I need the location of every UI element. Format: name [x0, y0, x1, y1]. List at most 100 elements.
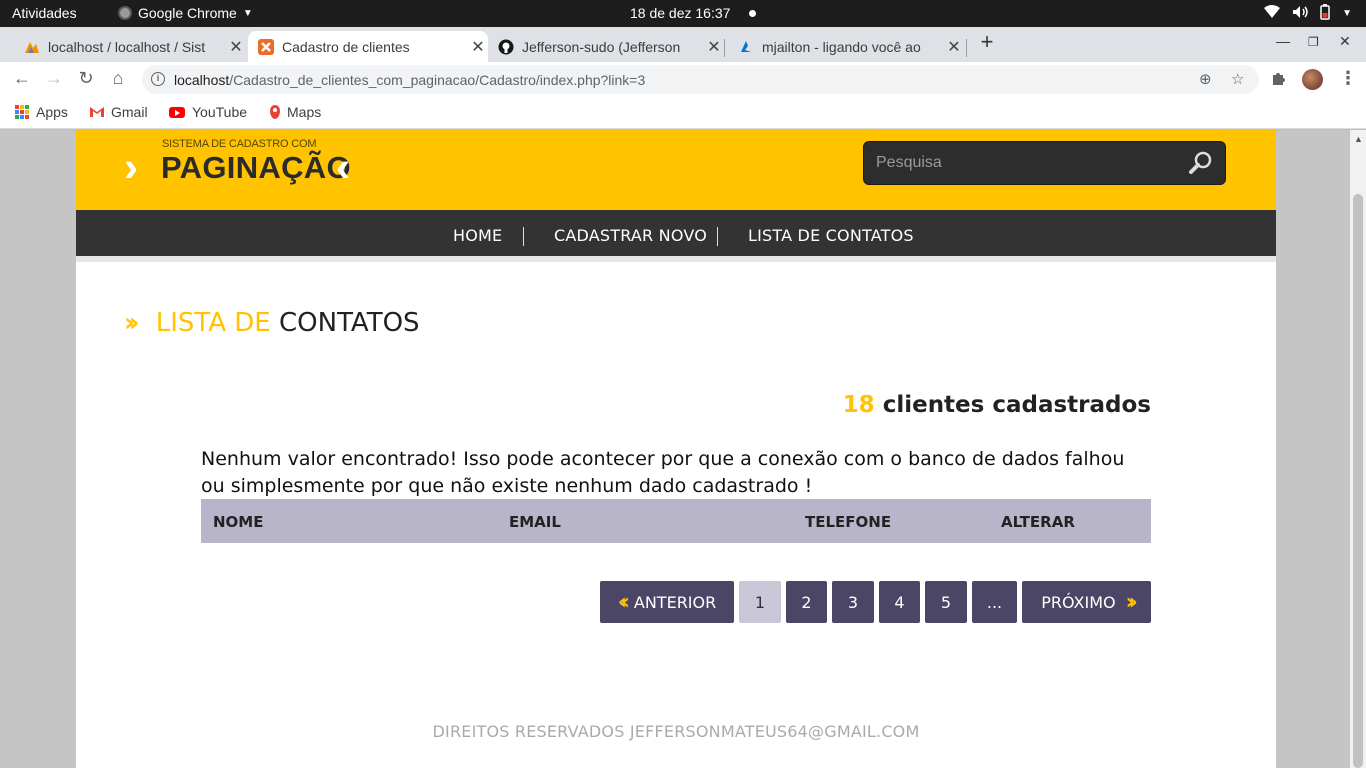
- app-name: Google Chrome: [138, 5, 237, 21]
- browser-toolbar: ← → ↻ ⌂ i localhost/Cadastro_de_clientes…: [0, 62, 1366, 96]
- xampp-favicon-icon: [258, 38, 274, 55]
- os-top-bar: Atividades Google Chrome ▼ 18 de dez 16:…: [0, 0, 1366, 27]
- tab-separator: [966, 39, 967, 57]
- chrome-icon: [118, 6, 132, 20]
- search-input[interactable]: [876, 152, 1176, 174]
- pagination-page-1[interactable]: 1: [739, 581, 781, 623]
- home-icon[interactable]: ⌂: [107, 68, 129, 89]
- page-title-part1: LISTA DE: [155, 308, 271, 338]
- client-count-number: 18: [842, 392, 875, 418]
- clock[interactable]: 18 de dez 16:37: [630, 5, 730, 21]
- scrollbar-thumb[interactable]: [1353, 194, 1363, 768]
- column-header-nome: NOME: [213, 513, 264, 531]
- tab-cadastro[interactable]: Cadastro de clientes ✕: [248, 31, 488, 62]
- tab-phpmyadmin[interactable]: localhost / localhost / Sist ✕: [14, 31, 246, 62]
- caret-down-icon: ▼: [242, 7, 253, 19]
- column-header-email: EMAIL: [509, 513, 561, 531]
- bookmark-youtube[interactable]: YouTube: [169, 104, 247, 120]
- back-arrow-icon[interactable]: ←: [11, 68, 33, 89]
- bookmark-label: YouTube: [192, 104, 248, 120]
- pagination-page-2[interactable]: 2: [786, 581, 827, 623]
- restore-icon[interactable]: ❐: [1308, 35, 1319, 49]
- reload-icon[interactable]: ↻: [75, 68, 97, 89]
- pagination-next-button[interactable]: PRÓXIMO ››: [1022, 581, 1151, 623]
- window-close-icon[interactable]: ✕: [1339, 33, 1351, 50]
- nav-home[interactable]: HOME: [453, 226, 502, 245]
- close-tab-icon[interactable]: ✕: [468, 37, 488, 57]
- search-icon[interactable]: [1188, 150, 1214, 176]
- wifi-icon: [1264, 5, 1281, 22]
- double-chevron-right-icon: ››: [1125, 589, 1138, 615]
- site-info-icon[interactable]: i: [151, 72, 165, 86]
- tab-github[interactable]: Jefferson-sudo (Jefferson ✕: [488, 31, 724, 62]
- azure-favicon-icon: [738, 39, 754, 55]
- app-menu[interactable]: Google Chrome ▼: [118, 5, 253, 21]
- extensions-puzzle-icon[interactable]: [1271, 70, 1287, 90]
- title-chevron-icon: ››: [124, 308, 140, 338]
- pagination-next-label: PRÓXIMO: [1041, 592, 1116, 612]
- site-logo[interactable]: ›› SISTEMA DE CADASTRO COM PAGINAÇÃO ‹‹: [124, 136, 374, 188]
- chrome-menu-icon[interactable]: ⋮: [1339, 68, 1357, 89]
- forward-arrow-icon[interactable]: →: [43, 68, 65, 89]
- battery-icon: [1320, 4, 1330, 23]
- youtube-icon: [169, 106, 185, 118]
- bookmark-maps[interactable]: Maps: [270, 104, 321, 120]
- new-tab-icon[interactable]: +: [977, 29, 997, 55]
- page-title-part2: CONTATOS: [279, 308, 420, 338]
- maps-pin-icon: [270, 105, 280, 119]
- column-header-alterar: ALTERAR: [1001, 513, 1075, 531]
- system-tray[interactable]: ▼: [1264, 4, 1352, 23]
- search-box: [863, 141, 1226, 185]
- tab-strip: localhost / localhost / Sist ✕ Cadastro …: [0, 27, 1366, 62]
- zoom-icon[interactable]: ⊕: [1199, 70, 1212, 88]
- tab-title: Cadastro de clientes: [282, 38, 410, 55]
- nav-lista-de-contatos[interactable]: LISTA DE CONTATOS: [748, 226, 914, 245]
- apps-grid-icon: [15, 105, 29, 119]
- close-tab-icon[interactable]: ✕: [226, 37, 246, 57]
- tab-separator: [724, 39, 725, 57]
- nav-divider: [523, 227, 524, 246]
- page-title: ›› LISTA DE CONTATOS: [124, 308, 420, 338]
- pagination-page-3[interactable]: 3: [832, 581, 874, 623]
- nav-divider: [717, 227, 718, 246]
- main-nav: HOME CADASTRAR NOVO LISTA DE CONTATOS: [76, 210, 1276, 262]
- close-tab-icon[interactable]: ✕: [944, 37, 964, 57]
- pagination-prev-button[interactable]: ‹‹ ANTERIOR: [600, 581, 734, 623]
- pagination-prev-label: ANTERIOR: [633, 592, 717, 612]
- page-viewport: ›› SISTEMA DE CADASTRO COM PAGINAÇÃO ‹‹ …: [0, 130, 1350, 768]
- nav-cadastrar-novo[interactable]: CADASTRAR NOVO: [554, 226, 707, 245]
- address-bar[interactable]: i localhost/Cadastro_de_clientes_com_pag…: [142, 65, 1259, 94]
- bookmark-label: Maps: [287, 104, 322, 120]
- pagination-page-4[interactable]: 4: [879, 581, 920, 623]
- url-path: /Cadastro_de_clientes_com_paginacao/Cada…: [229, 72, 646, 88]
- minimize-icon[interactable]: —: [1276, 33, 1290, 49]
- activities-button[interactable]: Atividades: [12, 5, 77, 21]
- bookmark-label: Apps: [36, 104, 68, 120]
- power-menu-icon: ▼: [1342, 8, 1352, 19]
- empty-message: Nenhum valor encontrado! Isso pode acont…: [201, 448, 1125, 497]
- close-tab-icon[interactable]: ✕: [704, 37, 724, 57]
- pagination-page-5[interactable]: 5: [925, 581, 967, 623]
- double-chevron-left-icon: ‹‹: [617, 589, 630, 615]
- site-footer: DIREITOS RESERVADOS JEFFERSONMATEUS64@GM…: [432, 722, 920, 741]
- bookmark-label: Gmail: [111, 104, 148, 120]
- profile-avatar[interactable]: [1302, 69, 1323, 90]
- bookmark-gmail[interactable]: Gmail: [90, 104, 148, 120]
- logo-title: PAGINAÇÃO: [161, 150, 351, 185]
- bookmark-apps[interactable]: Apps: [15, 104, 68, 120]
- volume-icon: [1292, 5, 1308, 22]
- bookmark-star-icon[interactable]: ☆: [1231, 70, 1244, 88]
- pagination-ellipsis[interactable]: ...: [972, 581, 1017, 623]
- client-count: 18 clientes cadastrados: [843, 392, 1151, 418]
- tab-mjailton[interactable]: mjailton - ligando você ao ✕: [728, 31, 964, 62]
- scroll-up-arrow-icon[interactable]: ▲: [1354, 134, 1363, 144]
- contacts-table-header: NOME EMAIL TELEFONE ALTERAR: [201, 499, 1151, 543]
- github-favicon-icon: [498, 39, 514, 55]
- site-header: ›› SISTEMA DE CADASTRO COM PAGINAÇÃO ‹‹: [76, 130, 1276, 210]
- tab-title: mjailton - ligando você ao: [762, 38, 921, 55]
- page-scrollbar[interactable]: ▲: [1350, 130, 1366, 768]
- client-count-label: clientes cadastrados: [882, 392, 1151, 418]
- tab-title: Jefferson-sudo (Jefferson: [522, 38, 681, 55]
- url-text[interactable]: localhost/Cadastro_de_clientes_com_pagin…: [174, 72, 645, 88]
- site-container: ›› SISTEMA DE CADASTRO COM PAGINAÇÃO ‹‹ …: [76, 130, 1276, 768]
